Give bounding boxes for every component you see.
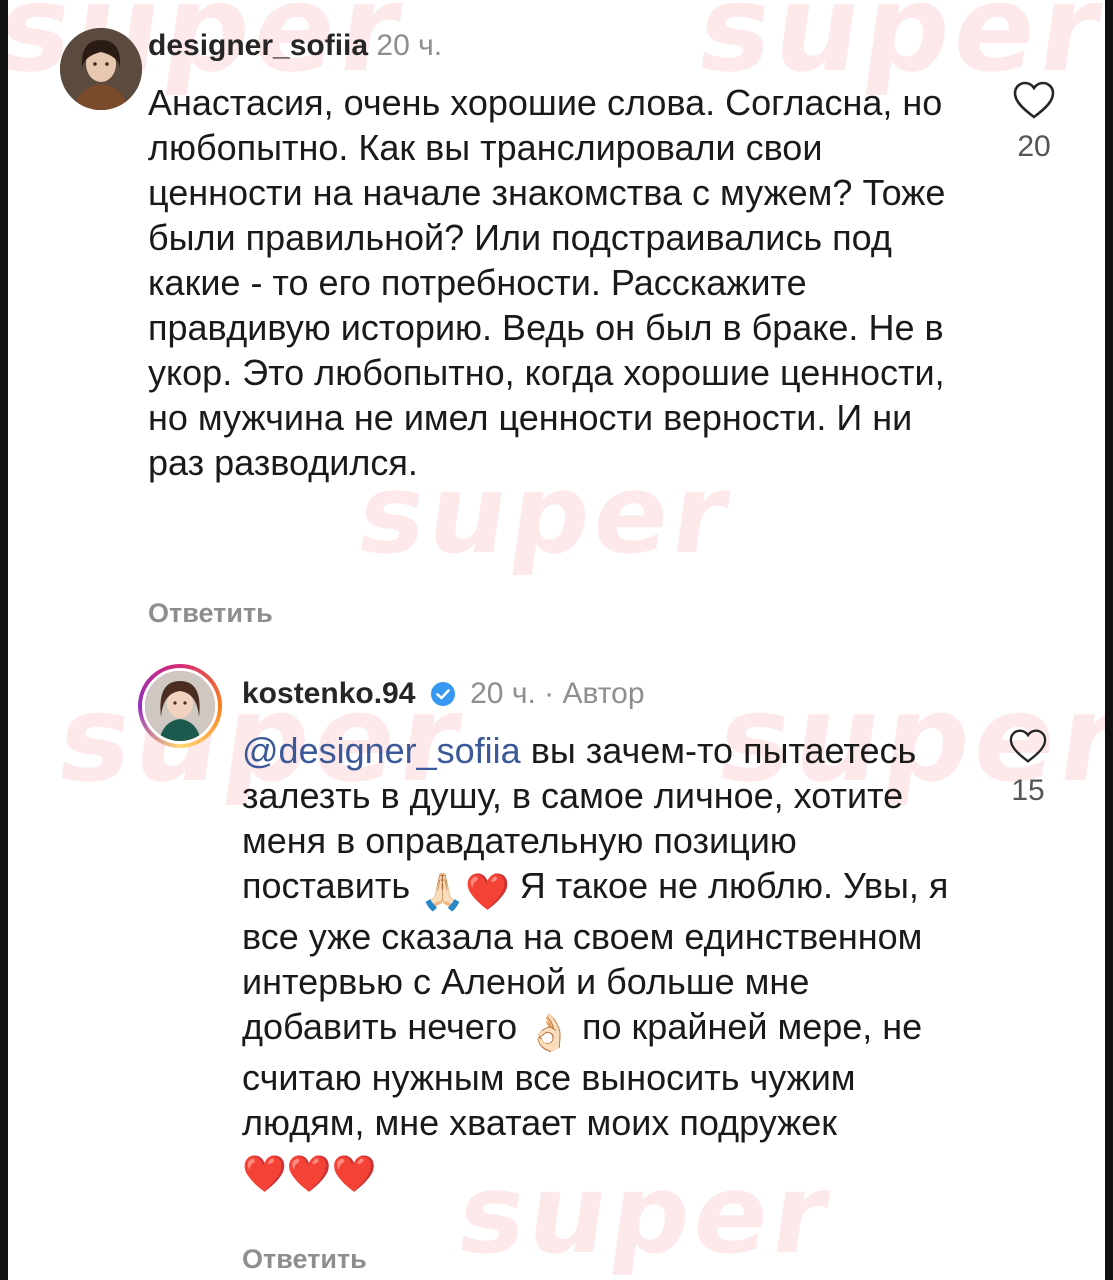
timestamp: 20 ч. <box>470 677 536 710</box>
username[interactable]: designer_sofiia <box>148 29 368 62</box>
like-group: 20 <box>1004 80 1064 164</box>
reply-button[interactable]: Ответить <box>148 598 273 629</box>
author-badge: Автор <box>562 677 645 710</box>
like-count: 20 <box>1017 130 1051 163</box>
ok-hand-emoji: 👌🏻 <box>527 1012 573 1053</box>
mention-link[interactable]: @designer_sofiia <box>242 730 521 771</box>
separator: · <box>544 677 555 710</box>
timestamp: 20 ч. <box>376 29 443 62</box>
comment-text: @designer_sofiia вы зачем-то пытаетесь з… <box>242 728 972 1196</box>
avatar[interactable] <box>60 28 142 110</box>
pray-heart-emoji: 🙏🏻❤️ <box>420 871 510 912</box>
comment-header: kostenko.94 20 ч. · Автор <box>242 676 645 712</box>
avatar[interactable] <box>138 664 222 748</box>
comment-header: designer_sofiia 20 ч. <box>148 28 442 64</box>
hearts-emoji: ❤️❤️❤️ <box>242 1153 377 1194</box>
like-count: 15 <box>1011 774 1045 807</box>
verified-badge-icon <box>430 682 455 706</box>
comment-text: Анастасия, очень хорошие слова. Согласна… <box>148 82 946 483</box>
heart-outline-icon[interactable] <box>1008 728 1048 764</box>
like-group: 15 <box>998 728 1058 808</box>
username[interactable]: kostenko.94 <box>242 677 415 710</box>
reply-button[interactable]: Ответить <box>242 1244 367 1275</box>
heart-outline-icon[interactable] <box>1012 80 1056 120</box>
